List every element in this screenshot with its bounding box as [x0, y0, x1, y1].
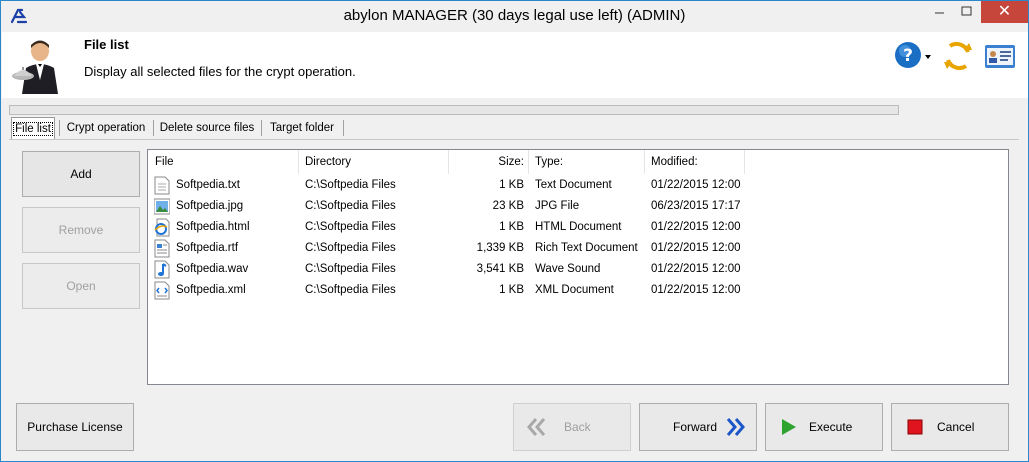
- file-directory: C:\Softpedia Files: [305, 263, 396, 275]
- image-file-icon: [154, 198, 170, 215]
- tab-divider: [59, 120, 60, 136]
- double-chevron-left-icon: [527, 418, 546, 436]
- file-size: 3,541 KB: [476, 263, 524, 275]
- remove-button[interactable]: Remove: [22, 207, 140, 253]
- tab-underline: [9, 139, 1019, 140]
- file-directory: C:\Softpedia Files: [305, 179, 396, 191]
- tab-target-folder[interactable]: Target folder: [263, 117, 341, 139]
- help-icon[interactable]: ?: [894, 40, 934, 72]
- tab-crypt-operation[interactable]: Crypt operation: [61, 117, 151, 139]
- file-name: Softpedia.wav: [176, 263, 249, 275]
- file-modified: 01/22/2015 12:00: [651, 242, 741, 254]
- page-subtitle: Display all selected files for the crypt…: [84, 64, 356, 79]
- tab-divider: [343, 120, 344, 136]
- file-type: Wave Sound: [535, 263, 601, 275]
- file-list-view[interactable]: File Directory Size: Type: Modified: Sof…: [147, 149, 1009, 385]
- rtf-file-icon: [154, 239, 170, 258]
- add-button[interactable]: Add: [22, 151, 140, 197]
- file-name: Softpedia.html: [176, 221, 250, 233]
- table-row[interactable]: Softpedia.wav C:\Softpedia Files 3,541 K…: [148, 259, 1008, 280]
- execute-button[interactable]: Execute: [765, 403, 883, 451]
- wizard-progress-bar: [9, 105, 899, 115]
- xml-file-icon: [154, 281, 170, 300]
- cancel-button[interactable]: Cancel: [891, 403, 1009, 451]
- maximize-icon: [961, 6, 972, 16]
- back-button[interactable]: Back: [513, 403, 631, 451]
- file-type: HTML Document: [535, 221, 622, 233]
- double-chevron-right-icon: [726, 418, 745, 436]
- stop-icon: [907, 419, 923, 435]
- wizard-header: File list Display all selected files for…: [2, 32, 1028, 98]
- file-modified: 01/22/2015 12:00: [651, 221, 741, 233]
- file-type: Rich Text Document: [535, 242, 638, 254]
- refresh-icon[interactable]: [942, 40, 974, 72]
- file-directory: C:\Softpedia Files: [305, 200, 396, 212]
- file-name: Softpedia.xml: [176, 284, 246, 296]
- table-row[interactable]: Softpedia.xml C:\Softpedia Files 1 KB XM…: [148, 280, 1008, 301]
- column-header-directory[interactable]: Directory: [298, 150, 448, 174]
- file-size: 1 KB: [499, 221, 524, 233]
- column-divider[interactable]: [744, 150, 745, 174]
- execute-label: Execute: [809, 420, 853, 434]
- file-modified: 01/22/2015 12:00: [651, 263, 741, 275]
- table-row[interactable]: Softpedia.html C:\Softpedia Files 1 KB H…: [148, 217, 1008, 238]
- maximize-button[interactable]: [953, 1, 979, 23]
- tab-file-list[interactable]: File list: [11, 117, 55, 139]
- back-label: Back: [564, 420, 591, 434]
- file-size: 1 KB: [499, 179, 524, 191]
- file-name: Softpedia.rtf: [176, 242, 239, 254]
- column-header-size[interactable]: Size:: [448, 150, 528, 174]
- app-window: abylon MANAGER (30 days legal use left) …: [0, 0, 1029, 462]
- column-header-type[interactable]: Type:: [528, 150, 644, 174]
- forward-label: Forward: [673, 420, 718, 434]
- open-button[interactable]: Open: [22, 263, 140, 309]
- file-type: JPG File: [535, 200, 580, 212]
- file-size: 1 KB: [499, 284, 524, 296]
- file-modified: 01/22/2015 12:00: [651, 284, 741, 296]
- file-directory: C:\Softpedia Files: [305, 284, 396, 296]
- tab-divider: [153, 120, 154, 136]
- file-directory: C:\Softpedia Files: [305, 242, 396, 254]
- window-title: abylon MANAGER (30 days legal use left) …: [343, 7, 686, 24]
- column-header-modified[interactable]: Modified:: [644, 150, 744, 174]
- title-bar[interactable]: abylon MANAGER (30 days legal use left) …: [1, 1, 1028, 31]
- svg-text:?: ?: [903, 46, 913, 66]
- file-size: 23 KB: [492, 200, 524, 212]
- html-file-icon: [154, 218, 170, 237]
- text-file-icon: [154, 176, 170, 195]
- table-row[interactable]: Softpedia.txt C:\Softpedia Files 1 KB Te…: [148, 175, 1008, 196]
- file-name: Softpedia.jpg: [176, 200, 244, 212]
- minimize-icon: [935, 12, 944, 14]
- close-button[interactable]: ✕: [981, 1, 1028, 23]
- close-icon: ✕: [997, 3, 1012, 20]
- file-type: XML Document: [535, 284, 614, 296]
- table-row[interactable]: Softpedia.jpg C:\Softpedia Files 23 KB J…: [148, 196, 1008, 217]
- license-card-icon[interactable]: [983, 40, 1017, 72]
- minimize-button[interactable]: [926, 1, 952, 23]
- file-modified: 06/23/2015 17:17: [651, 200, 741, 212]
- play-icon: [782, 419, 796, 435]
- file-modified: 01/22/2015 12:00: [651, 179, 741, 191]
- table-row[interactable]: Softpedia.rtf C:\Softpedia Files 1,339 K…: [148, 238, 1008, 259]
- file-name: Softpedia.txt: [176, 179, 240, 191]
- cancel-label: Cancel: [937, 420, 975, 434]
- audio-file-icon: [154, 260, 170, 279]
- file-size: 1,339 KB: [476, 242, 524, 254]
- file-directory: C:\Softpedia Files: [305, 221, 396, 233]
- page-title: File list: [84, 37, 129, 52]
- tab-label: File list: [13, 122, 53, 136]
- forward-button[interactable]: Forward: [639, 403, 757, 451]
- purchase-license-button[interactable]: Purchase License: [16, 403, 134, 451]
- purchase-license-label: Purchase License: [27, 420, 123, 434]
- tab-divider: [261, 120, 262, 136]
- column-header-file[interactable]: File: [148, 150, 298, 174]
- butler-icon: [12, 40, 58, 94]
- file-type: Text Document: [535, 179, 612, 191]
- tab-delete-source-files[interactable]: Delete source files: [155, 117, 259, 139]
